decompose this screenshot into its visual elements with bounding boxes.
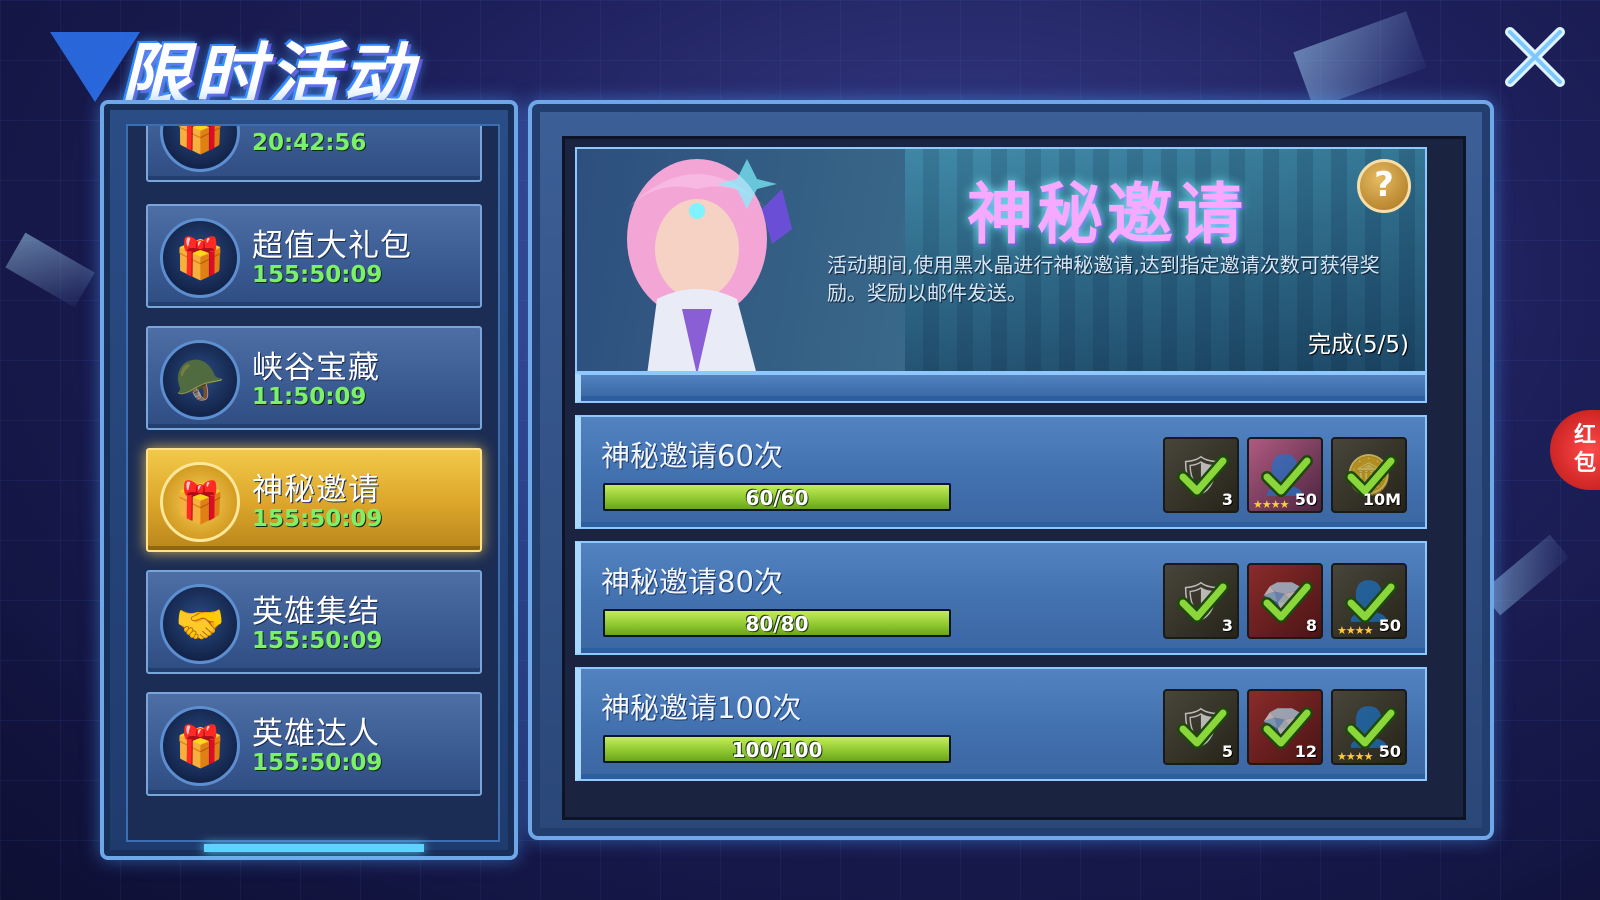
activity-name: 峡谷宝藏 [252, 350, 380, 386]
reward-quantity: 12 [1294, 742, 1317, 761]
progress-text: 80/80 [745, 612, 809, 636]
reward-item[interactable]: 💎 12 [1247, 689, 1323, 765]
gift-icon: 🪖 [160, 340, 240, 420]
reward-item[interactable]: 👤 ★★★★ 50 [1247, 437, 1323, 513]
activity-progress: 完成(5/5) [1308, 332, 1409, 358]
activity-sidebar: 🎁 20:42:56 🎁 超值大礼包 155:50:09 🪖 峡谷宝藏 11:50:09 🎁 神秘… [100, 100, 518, 860]
reward-quantity: 50 [1378, 742, 1401, 761]
reward-stars: ★★★★ [1337, 750, 1373, 763]
reward-stars: ★★★★ [1253, 498, 1289, 511]
task-progress-bar: 100/100 [603, 735, 951, 763]
sidebar-glow-bar [204, 844, 424, 852]
reward-list: 🛡 3 💎 8 👤 ★★★★ 50 [1163, 563, 1407, 639]
task-row-partial [575, 373, 1427, 403]
gift-icon: 🎁 [160, 126, 240, 172]
close-button[interactable] [1500, 22, 1570, 92]
activity-detail-content: 神秘邀请 活动期间,使用黑水晶进行神秘邀请,达到指定邀请次数可获得奖励。奖励以邮… [562, 136, 1466, 820]
task-title: 神秘邀请80次 [601, 565, 783, 599]
gift-icon: 🎁 [160, 706, 240, 786]
activity-banner: 神秘邀请 活动期间,使用黑水晶进行神秘邀请,达到指定邀请次数可获得奖励。奖励以邮… [575, 147, 1427, 373]
task-progress-bar: 80/80 [603, 609, 951, 637]
activity-name: 英雄集结 [252, 594, 380, 630]
reward-quantity: 10M [1362, 490, 1401, 509]
reward-item[interactable]: 👤 ★★★★ 50 [1331, 563, 1407, 639]
gift-icon: 🎁 [160, 218, 240, 298]
activity-timer: 11:50:09 [252, 384, 367, 410]
reward-quantity: 5 [1221, 742, 1233, 761]
activity-timer: 155:50:09 [252, 262, 383, 288]
hero-portrait [587, 149, 837, 371]
close-icon [1505, 27, 1565, 87]
reward-quantity: 50 [1294, 490, 1317, 509]
task-row: 神秘邀请80次 80/80 🛡 3 💎 8 👤 ★★★★ 50 [575, 541, 1427, 655]
help-button[interactable]: ? [1357, 159, 1411, 213]
activity-list[interactable]: 🎁 20:42:56 🎁 超值大礼包 155:50:09 🪖 峡谷宝藏 11:50:09 🎁 神秘… [126, 124, 500, 842]
reward-list: 🛡 5 💎 12 👤 ★★★★ 50 [1163, 689, 1407, 765]
activity-timer: 155:50:09 [252, 628, 383, 654]
reward-item[interactable]: 👤 ★★★★ 50 [1331, 689, 1407, 765]
task-progress-bar: 60/60 [603, 483, 951, 511]
activity-name: 英雄达人 [252, 716, 380, 752]
gift-icon: 🤝 [160, 584, 240, 664]
page-header: 限时活动 [40, 12, 560, 117]
banner-description: 活动期间,使用黑水晶进行神秘邀请,达到指定邀请次数可获得奖励。奖励以邮件发送。 [827, 253, 1380, 305]
activity-name: 超值大礼包 [252, 228, 412, 264]
reward-item[interactable]: 🛡 3 [1163, 563, 1239, 639]
task-row: 神秘邀请100次 100/100 🛡 5 💎 12 👤 ★★★★ 50 [575, 667, 1427, 781]
reward-quantity: 3 [1221, 490, 1233, 509]
reward-quantity: 8 [1305, 616, 1317, 635]
activity-item[interactable]: 🎁 英雄达人 155:50:09 [146, 692, 482, 796]
task-title: 神秘邀请60次 [601, 439, 783, 473]
task-title: 神秘邀请100次 [601, 691, 802, 725]
activity-name: 神秘邀请 [252, 472, 380, 508]
task-row: 神秘邀请60次 60/60 🛡 3 👤 ★★★★ 50 🪙 10M [575, 415, 1427, 529]
reward-item[interactable]: 🪙 10M [1331, 437, 1407, 513]
reward-quantity: 50 [1378, 616, 1401, 635]
activity-item[interactable]: 🎁 超值大礼包 155:50:09 [146, 204, 482, 308]
reward-quantity: 3 [1221, 616, 1233, 635]
reward-stars: ★★★★ [1337, 624, 1373, 637]
activity-item[interactable]: 🎁 20:42:56 [146, 126, 482, 182]
activity-timer: 155:50:09 [252, 750, 383, 776]
progress-text: 100/100 [731, 738, 823, 762]
reward-item[interactable]: 🛡 3 [1163, 437, 1239, 513]
reward-list: 🛡 3 👤 ★★★★ 50 🪙 10M [1163, 437, 1407, 513]
gift-icon: 🎁 [160, 462, 240, 542]
activity-item[interactable]: 🤝 英雄集结 155:50:09 [146, 570, 482, 674]
activity-timer: 155:50:09 [252, 506, 383, 532]
activity-timer: 20:42:56 [252, 130, 367, 156]
reward-item[interactable]: 🛡 5 [1163, 689, 1239, 765]
reward-item[interactable]: 💎 8 [1247, 563, 1323, 639]
activity-item[interactable]: 🪖 峡谷宝藏 11:50:09 [146, 326, 482, 430]
progress-text: 60/60 [745, 486, 809, 510]
activity-detail-panel: 神秘邀请 活动期间,使用黑水晶进行神秘邀请,达到指定邀请次数可获得奖励。奖励以邮… [528, 100, 1494, 840]
task-list[interactable]: 神秘邀请60次 60/60 🛡 3 👤 ★★★★ 50 🪙 10M 神秘邀请80次 80/80 🛡 3 💎… [575, 373, 1427, 793]
activity-item[interactable]: 🎁 神秘邀请 155:50:09 [146, 448, 482, 552]
banner-title: 神秘邀请 [967, 176, 1247, 253]
